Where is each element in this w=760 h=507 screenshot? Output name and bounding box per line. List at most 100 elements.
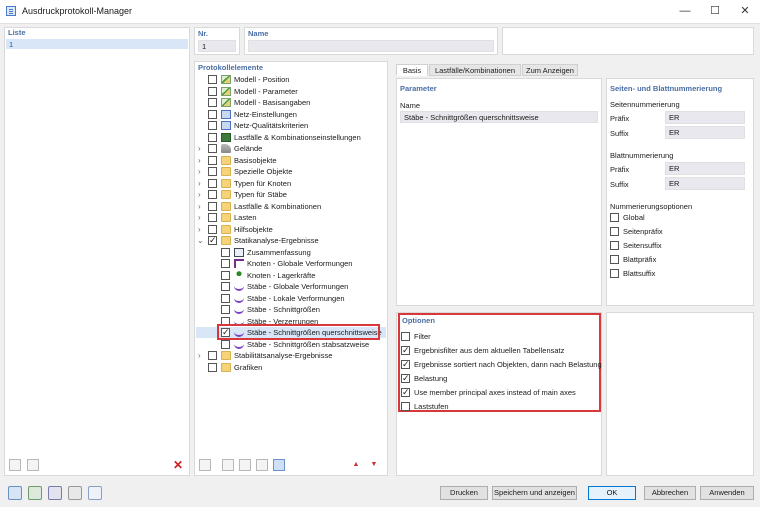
tree-item[interactable]: › Gelände — [196, 143, 386, 154]
cancel-button[interactable]: Abbrechen — [644, 486, 696, 500]
name-field[interactable] — [248, 40, 494, 52]
checkbox[interactable] — [610, 227, 619, 236]
comment-panel[interactable] — [502, 27, 754, 55]
print-button[interactable]: Drucken — [440, 486, 488, 500]
tab-loadcases[interactable]: Lastfälle/Kombinationen — [429, 64, 521, 76]
checkbox[interactable] — [401, 359, 410, 370]
settings-icon[interactable] — [68, 486, 82, 500]
tree-item[interactable]: Lastfälle & Kombinationseinstellungen — [196, 132, 386, 143]
checkbox[interactable] — [208, 109, 217, 119]
checkbox[interactable] — [401, 402, 410, 411]
checkbox[interactable] — [208, 75, 217, 84]
checkbox[interactable] — [208, 132, 217, 142]
checkbox[interactable] — [208, 86, 217, 96]
move-down-icon[interactable]: ▼ — [368, 459, 380, 471]
checkbox[interactable] — [401, 373, 410, 384]
chevron-right-icon[interactable]: › — [198, 201, 201, 212]
tree-item[interactable]: Modell - Position — [196, 74, 386, 85]
checkbox[interactable] — [208, 351, 217, 360]
minimize-button[interactable]: — — [670, 2, 700, 20]
save-show-button[interactable]: Speichern und anzeigen — [492, 486, 577, 500]
chevron-right-icon[interactable]: › — [198, 178, 201, 189]
tree-item[interactable]: › Typen für Knoten — [196, 178, 386, 189]
checkbox[interactable] — [610, 241, 619, 250]
page-prefix-field[interactable]: ER — [665, 111, 745, 124]
checkbox[interactable] — [208, 235, 217, 246]
checkbox[interactable] — [221, 293, 230, 303]
parameter-name-field[interactable]: Stäbe - Schnittgrößen querschnittsweise — [400, 111, 598, 123]
check-all-icon[interactable] — [222, 459, 234, 471]
chevron-right-icon[interactable]: › — [198, 143, 201, 154]
checkbox[interactable] — [610, 213, 619, 222]
checkbox[interactable] — [221, 259, 230, 268]
chevron-right-icon[interactable]: › — [198, 166, 201, 177]
page-suffix-field[interactable]: ER — [665, 126, 745, 139]
checkbox[interactable] — [221, 282, 230, 291]
tree-item[interactable]: › Lasten — [196, 212, 386, 223]
tree-item[interactable]: Modell - Basisangaben — [196, 97, 386, 108]
checkbox[interactable] — [208, 121, 217, 130]
units-icon[interactable] — [28, 486, 42, 500]
ok-button[interactable]: OK — [588, 486, 636, 500]
tree-item[interactable]: Netz-Qualitätskriterien — [196, 120, 386, 131]
checkbox[interactable] — [208, 144, 217, 153]
search-icon[interactable] — [8, 486, 22, 500]
checkbox[interactable] — [208, 178, 217, 188]
tree-item[interactable]: ⌄ Statikanalyse-Ergebnisse — [196, 235, 386, 246]
tree-item[interactable]: › Lastfälle & Kombinationen — [196, 201, 386, 212]
checkbox[interactable] — [401, 345, 410, 356]
tree-item[interactable]: Netz-Einstellungen — [196, 109, 386, 120]
delete-icon[interactable]: ✕ — [172, 459, 184, 471]
chevron-right-icon[interactable]: › — [198, 224, 201, 235]
tree-item[interactable]: Knoten - Lagerkräfte — [196, 270, 386, 281]
tree-item[interactable]: Stäbe - Lokale Verformungen — [196, 293, 386, 304]
chevron-down-icon[interactable]: ⌄ — [197, 235, 204, 246]
new-list-button[interactable] — [9, 459, 21, 471]
tree-item[interactable]: Stäbe - Schnittgrößen — [196, 304, 386, 315]
tree-item[interactable]: Knoten - Globale Verformungen — [196, 258, 386, 269]
checkbox[interactable] — [221, 270, 230, 280]
tree-item[interactable]: Zusammenfassung — [196, 247, 386, 258]
filter-icon[interactable] — [273, 459, 285, 471]
checkbox[interactable] — [208, 98, 217, 107]
checkbox[interactable] — [208, 224, 217, 234]
uncheck-all-icon[interactable] — [239, 459, 251, 471]
display-icon[interactable] — [199, 459, 211, 471]
tree-item[interactable]: › Hilfsobjekte — [196, 224, 386, 235]
checkbox[interactable] — [208, 190, 217, 199]
sheet-suffix-field[interactable]: ER — [665, 177, 745, 190]
chevron-right-icon[interactable]: › — [198, 189, 201, 200]
maximize-button[interactable]: ☐ — [700, 2, 730, 20]
tree-item[interactable]: › Typen für Stäbe — [196, 189, 386, 200]
checkbox[interactable] — [221, 339, 230, 349]
translate-icon[interactable] — [88, 486, 102, 500]
chevron-right-icon[interactable]: › — [198, 212, 201, 223]
checkbox[interactable] — [208, 201, 217, 211]
checkbox[interactable] — [208, 167, 217, 176]
checkbox[interactable] — [208, 155, 217, 165]
close-button[interactable]: ✕ — [730, 2, 760, 20]
checkbox[interactable] — [401, 332, 410, 341]
tree-item[interactable]: › Stabilitätsanalyse-Ergebnisse — [196, 350, 386, 361]
tree-item[interactable]: › Spezielle Objekte — [196, 166, 386, 177]
tree-item[interactable]: Stäbe - Schnittgrößen stabsatzweise — [196, 339, 386, 350]
tree-item[interactable]: Grafiken — [196, 362, 386, 373]
checkbox[interactable] — [208, 213, 217, 222]
checkbox[interactable] — [221, 247, 230, 257]
tab-basis[interactable]: Basis — [396, 64, 428, 76]
chevron-right-icon[interactable]: › — [198, 155, 201, 166]
chevron-right-icon[interactable]: › — [198, 350, 201, 361]
tree-item[interactable]: › Basisobjekte — [196, 155, 386, 166]
checkbox[interactable] — [401, 387, 410, 398]
tree-item[interactable]: Modell - Parameter — [196, 86, 386, 97]
checkbox[interactable] — [610, 269, 619, 278]
copy-icon[interactable] — [256, 459, 268, 471]
tab-display[interactable]: Zum Anzeigen — [522, 64, 578, 76]
checkbox[interactable] — [610, 255, 619, 264]
print-preview-icon[interactable] — [48, 486, 62, 500]
copy-list-button[interactable] — [27, 459, 39, 471]
checkbox[interactable] — [208, 362, 217, 372]
apply-button[interactable]: Anwenden — [700, 486, 754, 500]
list-item[interactable]: 1 — [6, 39, 188, 49]
checkbox[interactable] — [221, 305, 230, 314]
